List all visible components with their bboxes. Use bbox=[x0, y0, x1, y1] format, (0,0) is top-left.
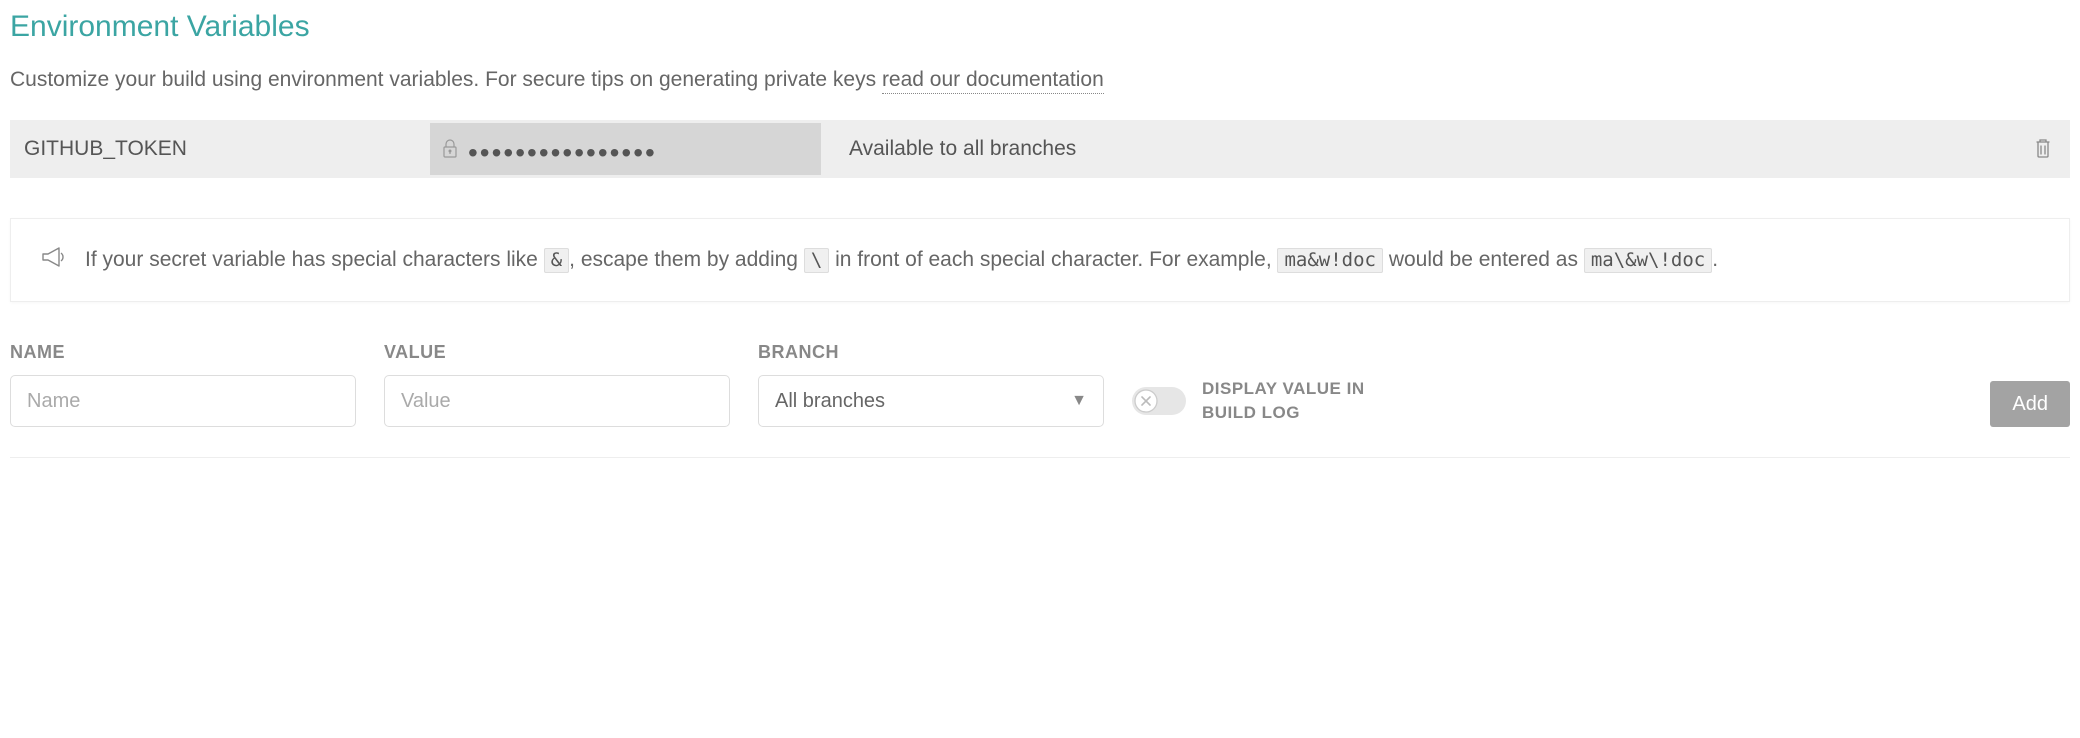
add-button[interactable]: Add bbox=[1990, 381, 2070, 427]
name-label: NAME bbox=[10, 342, 356, 363]
callout-text: If your secret variable has special char… bbox=[85, 243, 1718, 277]
megaphone-icon bbox=[39, 243, 67, 277]
value-input[interactable] bbox=[384, 375, 730, 427]
info-callout: If your secret variable has special char… bbox=[10, 218, 2070, 302]
trash-icon bbox=[2034, 147, 2052, 162]
page-title: Environment Variables bbox=[10, 10, 2070, 44]
env-var-branch: Available to all branches bbox=[849, 137, 2030, 161]
close-icon bbox=[1133, 388, 1159, 414]
code-example-escaped: ma\&w\!doc bbox=[1584, 248, 1712, 273]
branch-select[interactable]: All branches ▼ bbox=[758, 375, 1104, 427]
display-value-toggle[interactable] bbox=[1132, 387, 1186, 415]
value-label: VALUE bbox=[384, 342, 730, 363]
env-var-name: GITHUB_TOKEN bbox=[24, 137, 430, 161]
add-var-form: NAME VALUE BRANCH All branches ▼ DISPLAY… bbox=[10, 342, 2070, 427]
subtitle: Customize your build using environment v… bbox=[10, 68, 2070, 92]
delete-button[interactable] bbox=[2030, 133, 2056, 166]
env-var-row: GITHUB_TOKEN •••••••••••••••• Available … bbox=[10, 120, 2070, 178]
code-amp: & bbox=[544, 248, 569, 273]
env-var-masked-value: •••••••••••••••• bbox=[468, 139, 657, 167]
doc-link[interactable]: read our documentation bbox=[882, 68, 1104, 94]
divider bbox=[10, 457, 2070, 458]
env-var-value[interactable]: •••••••••••••••• bbox=[430, 123, 821, 175]
branch-selected-value: All branches bbox=[775, 390, 885, 413]
display-value-toggle-group: DISPLAY VALUE IN BUILD LOG bbox=[1132, 375, 1372, 427]
chevron-down-icon: ▼ bbox=[1071, 392, 1087, 410]
name-input[interactable] bbox=[10, 375, 356, 427]
display-value-toggle-label: DISPLAY VALUE IN BUILD LOG bbox=[1202, 377, 1372, 425]
branch-label: BRANCH bbox=[758, 342, 1104, 363]
branch-field-group: BRANCH All branches ▼ bbox=[758, 342, 1104, 427]
value-field-group: VALUE bbox=[384, 342, 730, 427]
code-backslash: \ bbox=[804, 248, 829, 273]
lock-icon bbox=[442, 139, 458, 159]
code-example-raw: ma&w!doc bbox=[1277, 248, 1383, 273]
name-field-group: NAME bbox=[10, 342, 356, 427]
subtitle-text: Customize your build using environment v… bbox=[10, 68, 882, 91]
